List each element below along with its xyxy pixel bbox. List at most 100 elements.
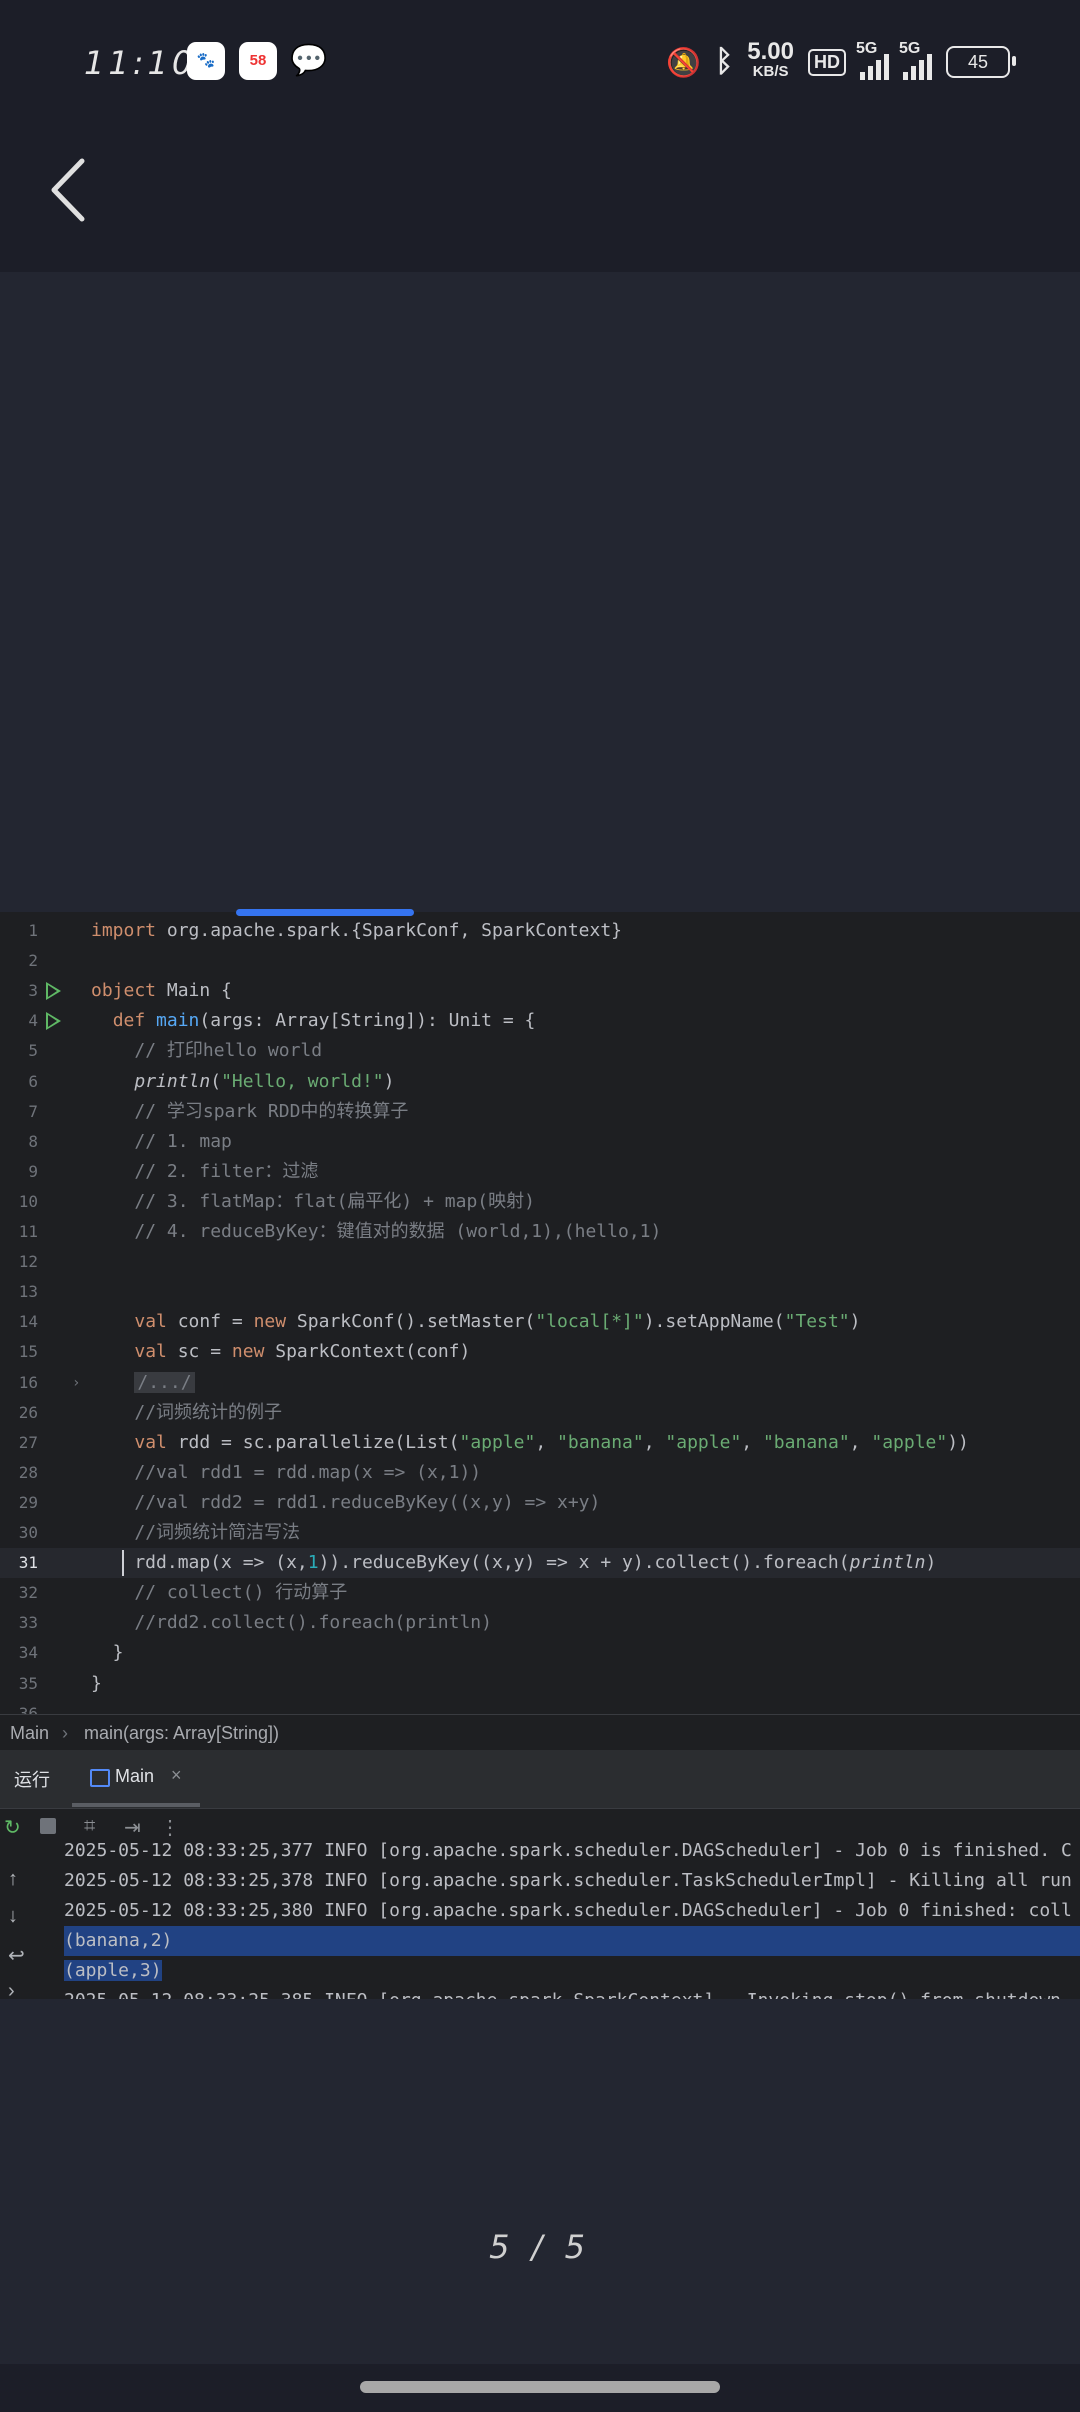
code-line[interactable]: 4 def main(args: Array[String]): Unit = … [0,1006,1080,1036]
code-line[interactable]: 15 val sc = new SparkContext(conf) [0,1337,1080,1367]
code-text: // 1. map [134,1130,232,1152]
top-nav [0,125,1080,272]
code-line[interactable]: 6 println("Hello, world!") [0,1067,1080,1097]
line-number: 30 [18,1523,38,1542]
code-text: // 2. filter：过滤 [134,1160,319,1182]
console-line-text: (apple,3) [64,1960,162,1981]
scroll-down-icon[interactable]: ↓ [8,1905,18,1928]
code-line[interactable]: 26 //词频统计的例子 [0,1398,1080,1428]
breadcrumb-item-method[interactable]: main(args: Array[String]) [84,1715,279,1751]
line-number: 32 [18,1583,38,1603]
code-line[interactable]: 30 //词频统计简洁写法 [0,1518,1080,1548]
code-line[interactable]: 34 } [0,1638,1080,1668]
screenshot-image[interactable]: 1 import org.apache.spark.{SparkConf, Spa… [0,912,1080,1999]
code-line[interactable]: 3 object Main { [0,976,1080,1006]
camera-icon[interactable]: ⌗ [84,1815,95,1838]
code-text: //val rdd2 = rdd1.reduceByKey((x,y) => x… [134,1491,601,1513]
run-gutter-icon[interactable] [46,982,61,1001]
breadcrumb: Main › main(args: Array[String]) [0,1714,1080,1751]
code-text: val sc = new SparkContext(conf) [134,1341,471,1363]
signal-icon-1: 5G [856,40,889,80]
console-line-text: 2025-05-12 08:33:25,378 INFO [org.apache… [64,1870,1072,1891]
back-arrow-icon[interactable] [48,155,88,225]
console-line-text: 2025-05-12 08:33:25,377 INFO [org.apache… [64,1840,1072,1861]
mute-icon: 🔕 [666,46,702,78]
code-line[interactable]: 28 //val rdd1 = rdd.map(x => (x,1)) [0,1458,1080,1488]
breadcrumb-item-main[interactable]: Main [10,1715,49,1751]
hd-voice-icon: HD [808,48,846,76]
code-line[interactable]: 10 // 3. flatMap：flat(扁平化) + map(映射) [0,1187,1080,1217]
code-text: // 学习spark RDD中的转换算子 [134,1100,409,1122]
status-time: 11:10 [84,44,197,82]
code-line[interactable]: 5 // 打印hello world [0,1036,1080,1066]
code-line[interactable]: 16 › /.../ [0,1368,1080,1398]
code-line[interactable]: 27 val rdd = sc.parallelize(List("apple"… [0,1428,1080,1458]
code-line[interactable]: 9 // 2. filter：过滤 [0,1157,1080,1187]
fold-chevron-icon[interactable]: › [72,1368,80,1398]
line-number: 13 [18,1282,38,1302]
code-line[interactable]: 12 [0,1247,1080,1277]
baidu-icon: 🐾 [187,42,225,80]
code-line[interactable]: 2 [0,946,1080,976]
run-label: 运行 [14,1770,50,1790]
code-text: object Main { [91,980,232,1002]
breadcrumb-separator: › [62,1723,68,1743]
code-line[interactable]: 31 rdd.map(x => (x,1)).reduceByKey((x,y)… [0,1548,1080,1579]
run-gutter-icon[interactable] [46,1012,61,1031]
horizontal-scrollbar[interactable] [236,909,414,916]
code-text: val conf = new SparkConf().setMaster("lo… [134,1311,861,1333]
code-text: // 3. flatMap：flat(扁平化) + map(映射) [134,1190,535,1212]
code-line[interactable]: 1 import org.apache.spark.{SparkConf, Spa… [0,916,1080,946]
line-number: 6 [28,1071,38,1091]
line-number: 31 [18,1553,38,1573]
console-line[interactable]: 2025-05-12 08:33:25,378 INFO [org.apache… [64,1866,1080,1896]
code-line[interactable]: 32 // collect() 行动算子 [0,1578,1080,1608]
console-line[interactable]: 2025-05-12 08:33:25,380 INFO [org.apache… [64,1896,1080,1926]
code-line[interactable]: 13 [0,1277,1080,1307]
line-number: 34 [18,1643,38,1663]
run-config-icon [90,1769,110,1787]
code-line[interactable]: 8 // 1. map [0,1127,1080,1157]
stop-icon[interactable] [40,1818,56,1834]
home-indicator[interactable] [360,2381,720,2393]
active-tab-indicator [72,1803,200,1807]
line-number: 28 [18,1462,38,1482]
code-text: //词频统计简洁写法 [134,1522,301,1543]
battery-icon: 45 [946,46,1016,78]
soft-wrap-icon[interactable]: ↩ [8,1943,25,1968]
console-line[interactable]: 2025-05-12 08:33:25,377 INFO [org.apache… [64,1836,1080,1866]
code-text: /.../ [91,1368,195,1398]
network-speed: 5.00 KB/S [747,38,794,81]
line-number: 3 [28,981,38,1001]
line-number: 33 [18,1613,38,1633]
tool-window-tabs: 运行 Main × [0,1750,1080,1808]
line-number: 26 [18,1402,38,1422]
expand-icon[interactable]: › [8,1980,15,1999]
rerun-icon[interactable]: ↻ [4,1815,21,1840]
code-text: //val rdd1 = rdd.map(x => (x,1)) [134,1461,482,1483]
line-number: 29 [18,1492,38,1512]
code-line[interactable]: 29 //val rdd2 = rdd1.reduceByKey((x,y) =… [0,1488,1080,1518]
close-icon[interactable]: × [171,1765,182,1786]
console-line[interactable]: (apple,3) [64,1956,1080,1986]
code-text: // 打印hello world [134,1040,323,1062]
line-number: 2 [28,951,38,971]
code-line[interactable]: 14 val conf = new SparkConf().setMaster(… [0,1307,1080,1337]
console-line[interactable]: 2025-05-12 08:33:25,385 INFO [org.apache… [64,1986,1080,1999]
line-number: 9 [28,1161,38,1181]
line-number: 4 [28,1011,38,1031]
bluetooth-icon: ᛒ [715,45,734,78]
line-number: 12 [18,1252,38,1272]
code-line[interactable]: 11 // 4. reduceByKey：键值对的数据 (world,1),(h… [0,1217,1080,1247]
58-icon: 58 [239,42,277,80]
console-line-text: (banana,2) [64,1930,173,1951]
code-line[interactable]: 7 // 学习spark RDD中的转换算子 [0,1097,1080,1127]
image-viewer: 1 import org.apache.spark.{SparkConf, Spa… [0,272,1080,2364]
console-line[interactable]: (banana,2) [64,1926,1080,1956]
code-line[interactable]: 33 //rdd2.collect().foreach(println) [0,1608,1080,1638]
code-text: } [91,1672,102,1694]
tab-main[interactable]: Main [115,1766,154,1787]
line-number: 8 [28,1131,38,1151]
code-line[interactable]: 35} [0,1669,1080,1699]
scroll-up-icon[interactable]: ↑ [8,1868,18,1891]
